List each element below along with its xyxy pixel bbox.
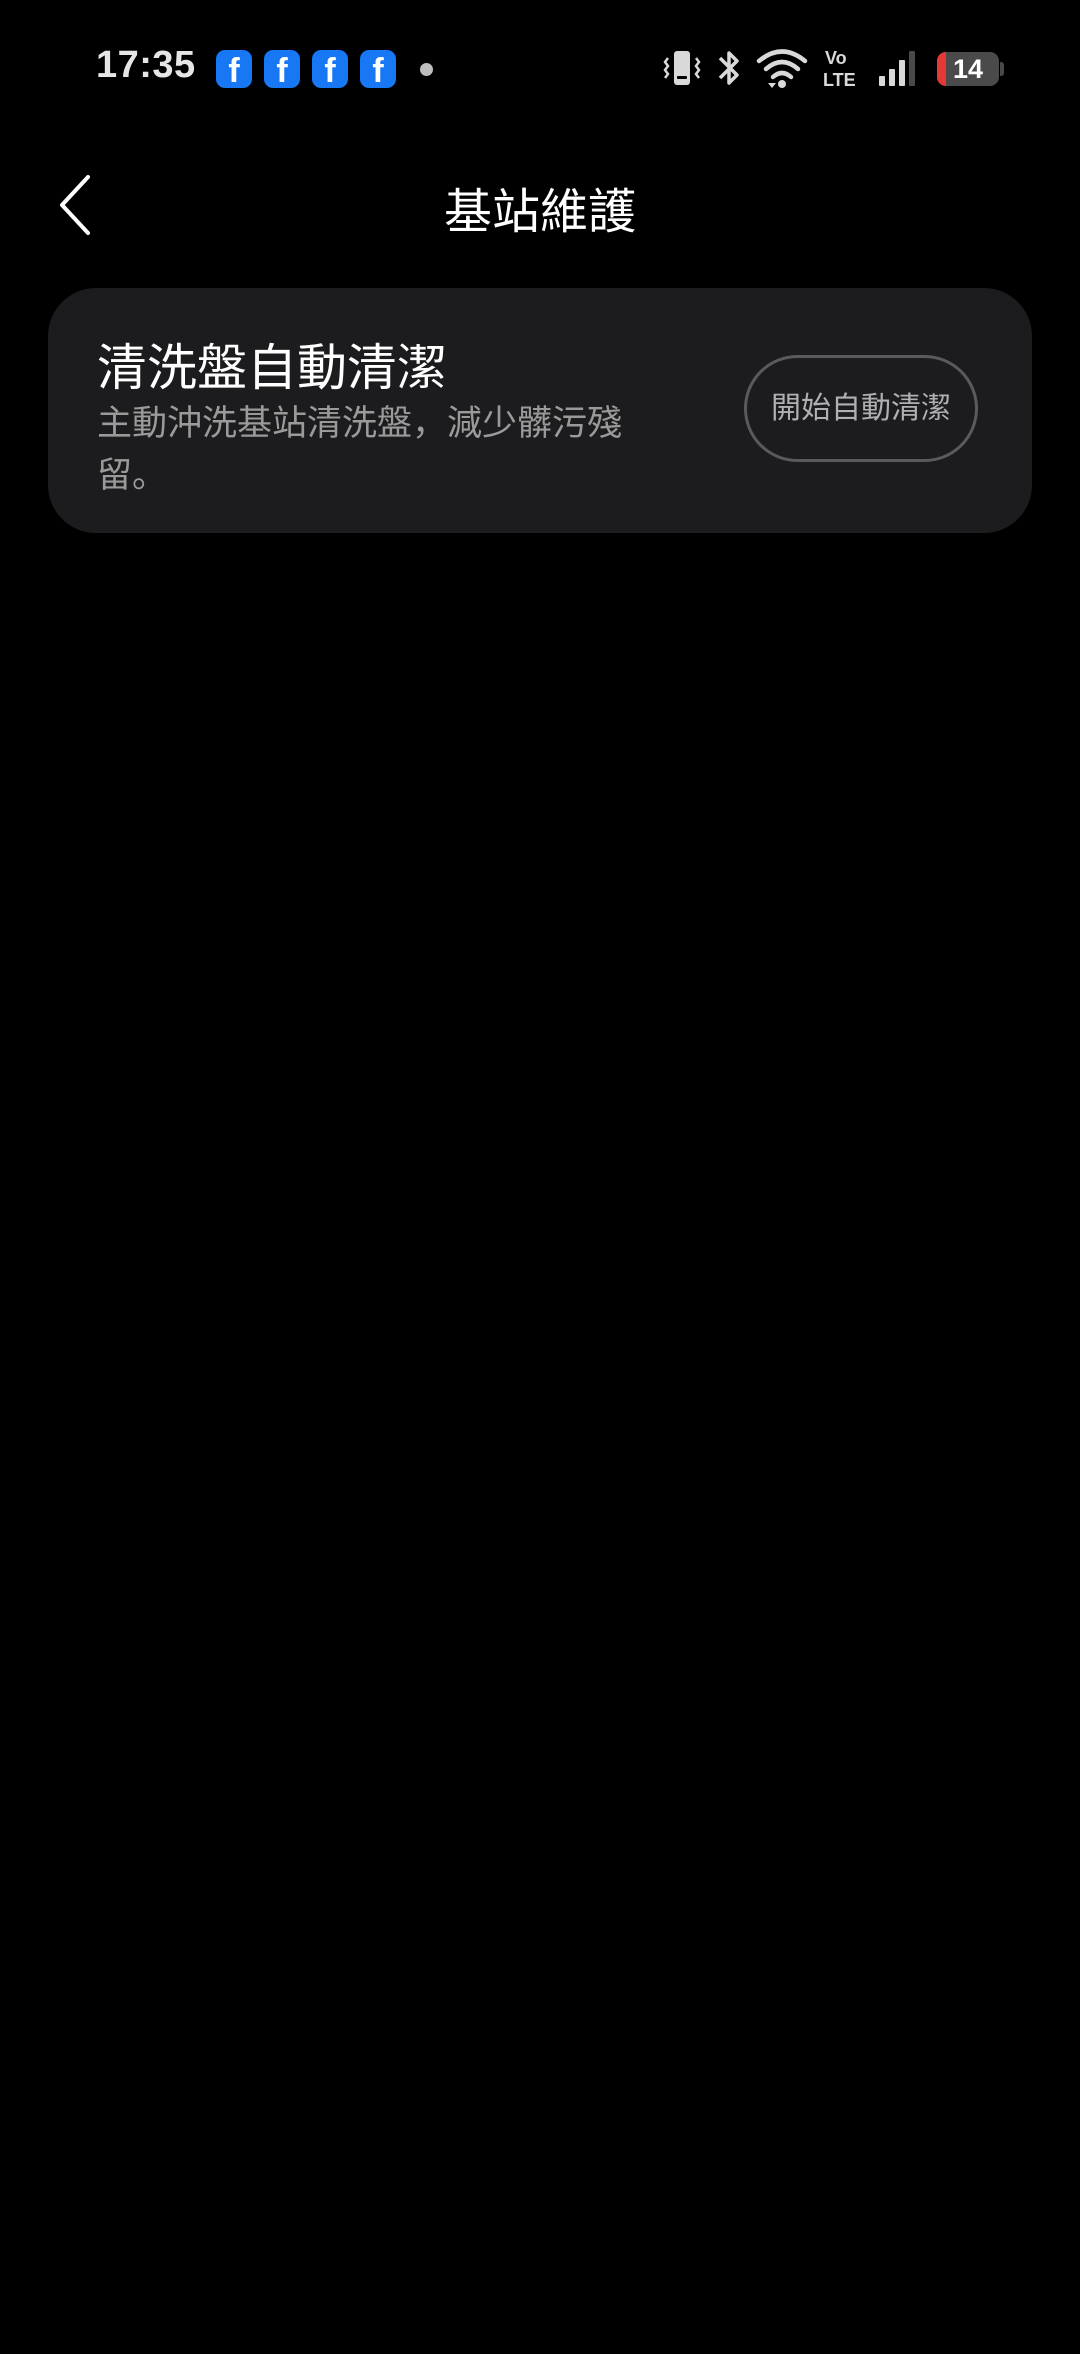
auto-clean-card: 清洗盤自動清潔 主動沖洗基站清洗盤，減少髒污殘留。 開始自動清潔 — [48, 288, 1032, 533]
wifi-icon — [756, 49, 808, 88]
facebook-glyph: f — [372, 52, 384, 90]
bluetooth-icon — [718, 51, 739, 85]
facebook-icon: f — [264, 50, 300, 90]
facebook-icon: f — [312, 50, 348, 90]
volte-vo-label: Vo — [825, 48, 847, 68]
page-title: 基站維護 — [443, 184, 636, 240]
battery-icon: 14 — [937, 52, 999, 86]
facebook-icon: f — [360, 50, 396, 90]
start-auto-clean-button[interactable]: 開始自動清潔 — [744, 355, 978, 462]
battery-cap — [1000, 62, 1004, 76]
more-notifications-dot-icon — [420, 63, 433, 76]
card-title: 清洗盤自動清潔 — [97, 339, 447, 397]
status-bar: 17:35 f f f f Vo LTE 14 — [0, 0, 1080, 140]
status-time: 17:35 — [96, 44, 196, 86]
facebook-glyph: f — [276, 52, 288, 90]
facebook-glyph: f — [228, 52, 240, 90]
start-auto-clean-button-label: 開始自動清潔 — [771, 390, 951, 426]
vibrate-icon — [663, 51, 701, 85]
signal-strength-icon — [879, 51, 915, 86]
facebook-glyph: f — [324, 52, 336, 90]
card-description: 主動沖洗基站清洗盤，減少髒污殘留。 — [97, 404, 623, 496]
battery-percentage: 14 — [952, 54, 984, 84]
volte-lte-label: LTE — [823, 70, 856, 90]
volte-icon: Vo LTE — [823, 48, 856, 90]
facebook-icon: f — [216, 50, 252, 90]
